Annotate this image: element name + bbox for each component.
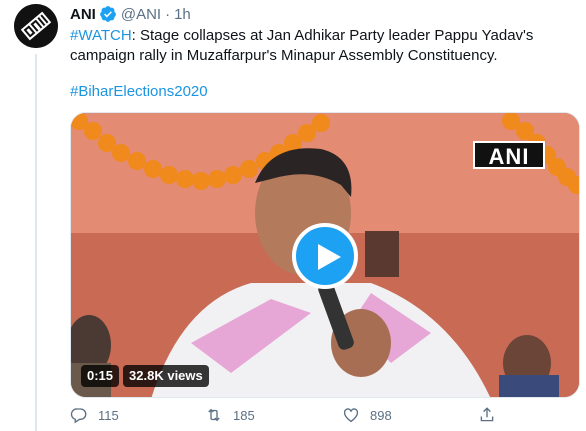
verified-badge-icon [99, 6, 116, 22]
tweet-actions: 115 185 898 [70, 404, 510, 426]
hashtag-bihar-link[interactable]: #BiharElections2020 [70, 83, 208, 100]
reply-button[interactable]: 115 [70, 404, 119, 426]
ani-logo-icon [14, 4, 58, 48]
hashtag-line: #BiharElections2020 [70, 82, 208, 102]
reply-count: 115 [98, 407, 119, 423]
avatar[interactable] [14, 4, 58, 48]
tweet-body: : Stage collapses at Jan Adhikar Party l… [70, 27, 534, 64]
heart-icon [343, 408, 359, 423]
tweet: ANI @ANI · 1h #WATCH: Stage collapses at… [0, 0, 586, 431]
video-duration: 0:15 [81, 365, 120, 387]
ani-watermark: ANI [473, 141, 545, 169]
share-button[interactable] [478, 404, 496, 426]
video-views: 32.8K views [123, 365, 209, 387]
author-name[interactable]: ANI [70, 6, 96, 23]
author-handle[interactable]: @ANI [121, 6, 161, 23]
video-badges: 0:15 32.8K views [81, 365, 209, 387]
hashtag-watch-link[interactable]: #WATCH [70, 27, 132, 44]
play-icon [318, 244, 341, 270]
like-count: 898 [370, 407, 392, 423]
retweet-count: 185 [233, 407, 255, 423]
tweet-time[interactable]: 1h [174, 6, 191, 23]
like-button[interactable]: 898 [342, 404, 392, 426]
thread-line [35, 54, 37, 431]
tweet-text: #WATCH: Stage collapses at Jan Adhikar P… [70, 26, 580, 66]
play-button[interactable] [292, 223, 358, 289]
video-player[interactable]: ANI 0:15 32.8K views [70, 112, 580, 398]
share-icon [480, 407, 494, 422]
reply-icon [70, 408, 87, 424]
retweet-icon [208, 408, 220, 422]
separator-dot: · [165, 5, 171, 23]
retweet-button[interactable]: 185 [205, 404, 255, 426]
tweet-header: ANI @ANI · 1h [70, 4, 191, 24]
